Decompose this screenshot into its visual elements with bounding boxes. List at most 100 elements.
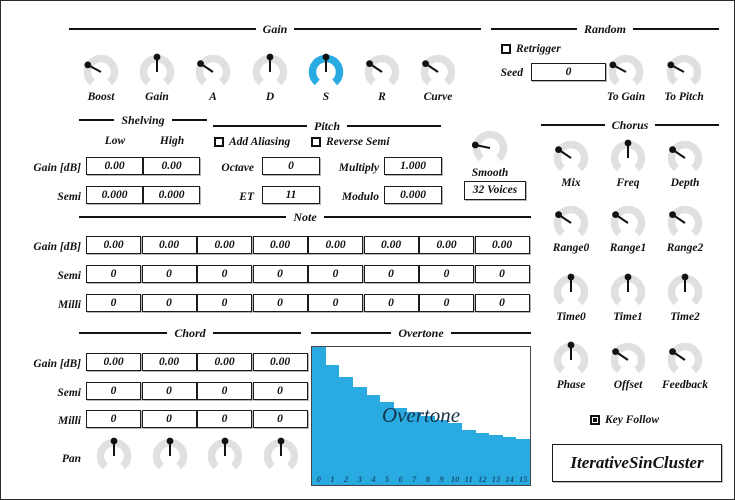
button-voices[interactable]: 32 Voices: [464, 181, 526, 200]
field-shelving-low-gain[interactable]: 0.00: [86, 157, 143, 175]
overtone-bar-column[interactable]: 9: [434, 347, 449, 485]
knob-chorus-range0[interactable]: Range0: [552, 204, 590, 254]
knob-gain-release[interactable]: R: [363, 53, 401, 103]
field-chord-gain-0[interactable]: 0.00: [86, 353, 141, 371]
overtone-bar-column[interactable]: 6: [393, 347, 408, 485]
field-note-milli-3[interactable]: 0: [252, 294, 308, 312]
overtone-bar-column[interactable]: 15: [516, 347, 530, 485]
knob-chord-pan-2[interactable]: [206, 437, 244, 475]
knob-chorus-range1[interactable]: Range1: [609, 204, 647, 254]
overtone-bar-column[interactable]: 13: [489, 347, 503, 485]
overtone-chart[interactable]: 0 1 2 3 4 5 6 7 8 9 10 11 12 13 14 15 Overtone: [311, 346, 531, 486]
field-octave[interactable]: 0: [262, 157, 320, 175]
overtone-bar: 2: [339, 377, 353, 485]
rule-right: [633, 28, 720, 30]
knob-chord-pan-3[interactable]: [262, 437, 300, 475]
field-note-semi-6[interactable]: 0: [419, 265, 474, 283]
knob-chorus-feedback[interactable]: Feedback: [662, 341, 708, 391]
knob-gain-curve[interactable]: Curve: [419, 53, 457, 103]
knob-chorus-depth[interactable]: Depth: [666, 139, 704, 189]
field-note-gain-2[interactable]: 0.00: [197, 236, 252, 254]
field-note-milli-1[interactable]: 0: [141, 294, 197, 312]
checkbox-key-follow[interactable]: Key Follow: [590, 413, 659, 427]
knob-gain-sustain[interactable]: S: [307, 53, 345, 103]
knob-chorus-time1[interactable]: Time1: [609, 273, 647, 323]
knob-chord-pan-1[interactable]: [151, 437, 189, 475]
field-note-milli-7[interactable]: 0: [474, 294, 530, 312]
field-note-gain-7[interactable]: 0.00: [474, 236, 530, 254]
field-chord-semi-2[interactable]: 0: [197, 382, 252, 400]
section-header-pitch: Pitch: [213, 119, 441, 133]
overtone-bar-column[interactable]: 1: [325, 347, 340, 485]
overtone-bar-column[interactable]: 10: [448, 347, 462, 485]
overtone-bar-column[interactable]: 4: [366, 347, 381, 485]
knob-chorus-phase[interactable]: Phase: [552, 341, 590, 391]
knob-gain-gain[interactable]: Gain: [138, 53, 176, 103]
field-note-gain-1[interactable]: 0.00: [141, 236, 197, 254]
field-chord-semi-0[interactable]: 0: [86, 382, 141, 400]
field-chord-semi-3[interactable]: 0: [252, 382, 308, 400]
section-header-note: Note: [79, 210, 532, 224]
knob-smooth[interactable]: Smooth: [471, 129, 509, 179]
field-seed[interactable]: 0: [531, 63, 606, 81]
knob-chorus-time0[interactable]: Time0: [552, 273, 590, 323]
field-multiply[interactable]: 1.000: [384, 157, 442, 175]
field-note-milli-6[interactable]: 0: [419, 294, 474, 312]
checkbox-reverse-semi[interactable]: Reverse Semi: [311, 135, 390, 149]
field-note-semi-5[interactable]: 0: [363, 265, 419, 283]
field-chord-gain-3[interactable]: 0.00: [252, 353, 308, 371]
field-note-semi-2[interactable]: 0: [197, 265, 252, 283]
field-note-gain-6[interactable]: 0.00: [419, 236, 474, 254]
knob-chorus-offset[interactable]: Offset: [609, 341, 647, 391]
field-note-gain-4[interactable]: 0.00: [308, 236, 363, 254]
field-note-milli-4[interactable]: 0: [308, 294, 363, 312]
field-note-gain-0[interactable]: 0.00: [86, 236, 141, 254]
overtone-bar-column[interactable]: 2: [339, 347, 353, 485]
overtone-bar-column[interactable]: 8: [421, 347, 435, 485]
overtone-bar-column[interactable]: 14: [502, 347, 517, 485]
field-et[interactable]: 11: [262, 186, 320, 204]
field-chord-semi-1[interactable]: 0: [141, 382, 197, 400]
field-note-semi-0[interactable]: 0: [86, 265, 141, 283]
checkbox-retrigger[interactable]: Retrigger: [501, 42, 561, 56]
field-note-gain-5[interactable]: 0.00: [363, 236, 419, 254]
knob-gain-boost[interactable]: Boost: [82, 53, 120, 103]
knob-gain-decay[interactable]: D: [251, 53, 289, 103]
overtone-bar: 12: [475, 432, 490, 485]
field-note-milli-0[interactable]: 0: [86, 294, 141, 312]
knob-random-to-pitch[interactable]: To Pitch: [664, 53, 704, 103]
overtone-bar-column[interactable]: 3: [352, 347, 367, 485]
field-chord-gain-2[interactable]: 0.00: [197, 353, 252, 371]
field-note-semi-3[interactable]: 0: [252, 265, 308, 283]
section-header-chord: Chord: [79, 326, 302, 340]
knob-chord-pan-0[interactable]: [95, 437, 133, 475]
field-shelving-high-semi[interactable]: 0.000: [143, 186, 200, 204]
field-note-milli-5[interactable]: 0: [363, 294, 419, 312]
knob-chorus-time2[interactable]: Time2: [666, 273, 704, 323]
overtone-bar-column[interactable]: 7: [407, 347, 421, 485]
knob-random-to-gain[interactable]: To Gain: [607, 53, 645, 103]
field-chord-milli-1[interactable]: 0: [141, 410, 197, 428]
knob-chorus-freq[interactable]: Freq: [609, 139, 647, 189]
field-chord-gain-1[interactable]: 0.00: [141, 353, 197, 371]
field-note-milli-2[interactable]: 0: [197, 294, 252, 312]
field-note-semi-7[interactable]: 0: [474, 265, 530, 283]
field-shelving-high-gain[interactable]: 0.00: [143, 157, 200, 175]
field-chord-milli-0[interactable]: 0: [86, 410, 141, 428]
knob-chorus-range2[interactable]: Range2: [666, 204, 704, 254]
field-note-gain-3[interactable]: 0.00: [252, 236, 308, 254]
field-chord-milli-3[interactable]: 0: [252, 410, 308, 428]
overtone-bar-column[interactable]: 5: [380, 347, 394, 485]
overtone-bar-column[interactable]: 11: [461, 347, 476, 485]
knob-label: Range1: [609, 242, 647, 254]
field-note-semi-4[interactable]: 0: [308, 265, 363, 283]
field-note-semi-1[interactable]: 0: [141, 265, 197, 283]
field-chord-milli-2[interactable]: 0: [197, 410, 252, 428]
overtone-bar-column[interactable]: 0: [312, 347, 326, 485]
knob-chorus-mix[interactable]: Mix: [552, 139, 590, 189]
checkbox-add-aliasing[interactable]: Add Aliasing: [214, 135, 290, 149]
knob-gain-attack[interactable]: A: [194, 53, 232, 103]
field-modulo[interactable]: 0.000: [384, 186, 442, 204]
overtone-bar-column[interactable]: 12: [475, 347, 490, 485]
field-shelving-low-semi[interactable]: 0.000: [86, 186, 143, 204]
